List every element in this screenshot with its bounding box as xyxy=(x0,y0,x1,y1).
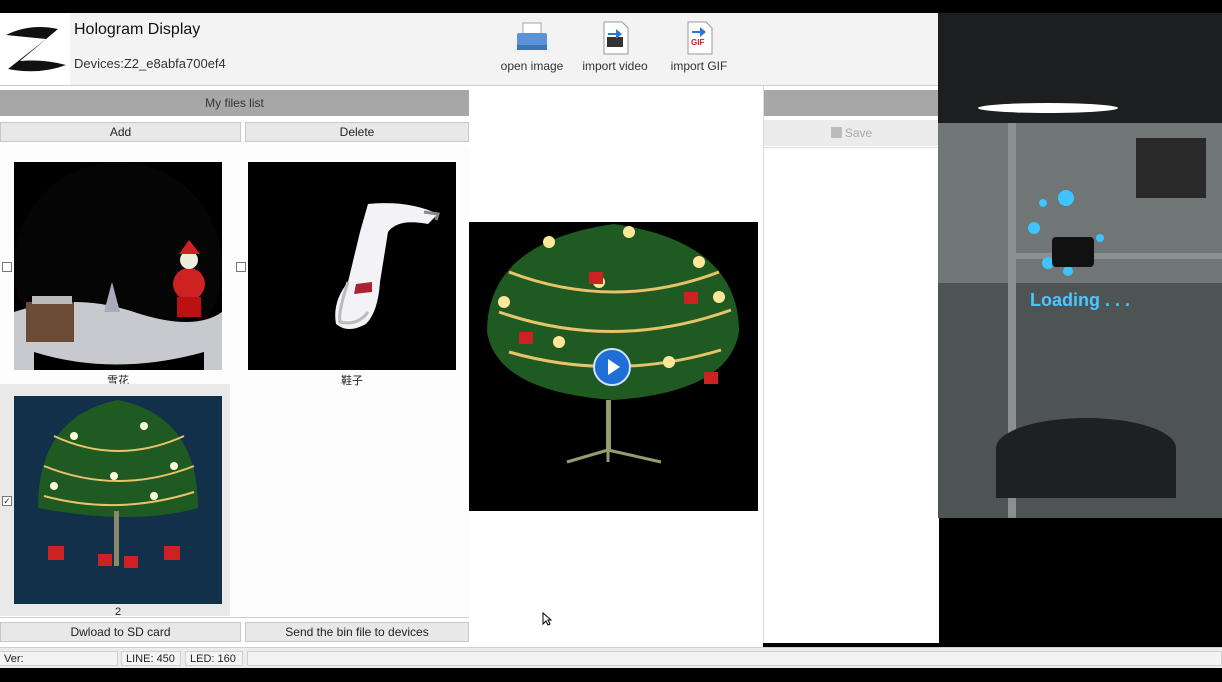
status-bar: Ver: Z2_20180103_1.2.43 LINE: 450 LED: 1… xyxy=(0,647,1222,680)
save-icon xyxy=(830,127,842,138)
line-count-label: LINE: 450 xyxy=(121,651,181,666)
preview-video[interactable] xyxy=(469,222,758,511)
santa-scene-image xyxy=(14,162,222,370)
save-label: Save xyxy=(844,126,873,140)
preview-area xyxy=(469,86,763,647)
open-image-label: open image xyxy=(500,59,564,73)
save-button[interactable]: Save xyxy=(764,120,939,146)
svg-text:GIF: GIF xyxy=(691,38,704,47)
file-caption: 鞋子 xyxy=(341,375,363,387)
play-icon xyxy=(608,359,620,375)
download-sd-button[interactable]: Dwload to SD card xyxy=(0,622,241,642)
import-video-label: import video xyxy=(582,59,648,73)
files-list-header: My files list xyxy=(0,90,469,116)
delete-button[interactable]: Delete xyxy=(245,122,469,142)
add-button[interactable]: Add xyxy=(0,122,241,142)
top-letterbox xyxy=(0,0,1222,13)
app-title: Hologram Display xyxy=(74,21,201,38)
app-logo xyxy=(0,13,70,85)
bottom-letterbox xyxy=(0,668,1222,682)
mouse-cursor-icon xyxy=(542,612,552,626)
file-thumbnail[interactable] xyxy=(248,162,456,370)
send-bin-button[interactable]: Send the bin file to devices xyxy=(245,622,469,642)
gif-file-icon: GIF xyxy=(682,21,716,55)
file-thumbnail[interactable] xyxy=(14,396,222,604)
files-panel: My files list Add Delete 雪花 鞋子 ✓ 2 Dwloa… xyxy=(0,86,469,647)
import-video-button[interactable]: import video xyxy=(575,21,655,73)
file-checkbox-checked[interactable]: ✓ xyxy=(2,496,12,506)
led-count-label: LED: 160 xyxy=(185,651,243,666)
version-label: Ver: Z2_20180103_1.2.43 xyxy=(0,651,118,680)
shoe-image xyxy=(248,162,456,370)
hologram-camera-image xyxy=(938,13,1222,518)
video-file-icon xyxy=(598,21,632,55)
camera-feed: Loading . . . xyxy=(938,13,1222,518)
file-checkbox[interactable] xyxy=(236,262,246,272)
tree-image xyxy=(14,396,222,604)
files-grid[interactable]: 雪花 鞋子 ✓ 2 xyxy=(0,146,469,618)
open-image-button[interactable]: open image xyxy=(492,21,572,73)
logo-icon xyxy=(6,27,66,72)
printer-icon xyxy=(515,21,549,55)
edit-panel: Save xyxy=(763,86,939,643)
import-gif-button[interactable]: GIF import GIF xyxy=(659,21,739,73)
file-checkbox[interactable] xyxy=(2,262,12,272)
app-header: Hologram Display Devices:Z2_e8abfa700ef4… xyxy=(0,13,938,86)
play-button[interactable] xyxy=(593,348,631,386)
loading-text: Loading . . . xyxy=(1030,290,1130,310)
divider xyxy=(0,617,469,618)
edit-panel-header xyxy=(764,90,939,116)
status-empty-segment xyxy=(247,651,1222,666)
import-gif-label: import GIF xyxy=(670,59,728,73)
device-id-label: Devices:Z2_e8abfa700ef4 xyxy=(74,56,226,71)
divider xyxy=(764,147,939,148)
file-thumbnail[interactable] xyxy=(14,162,222,370)
